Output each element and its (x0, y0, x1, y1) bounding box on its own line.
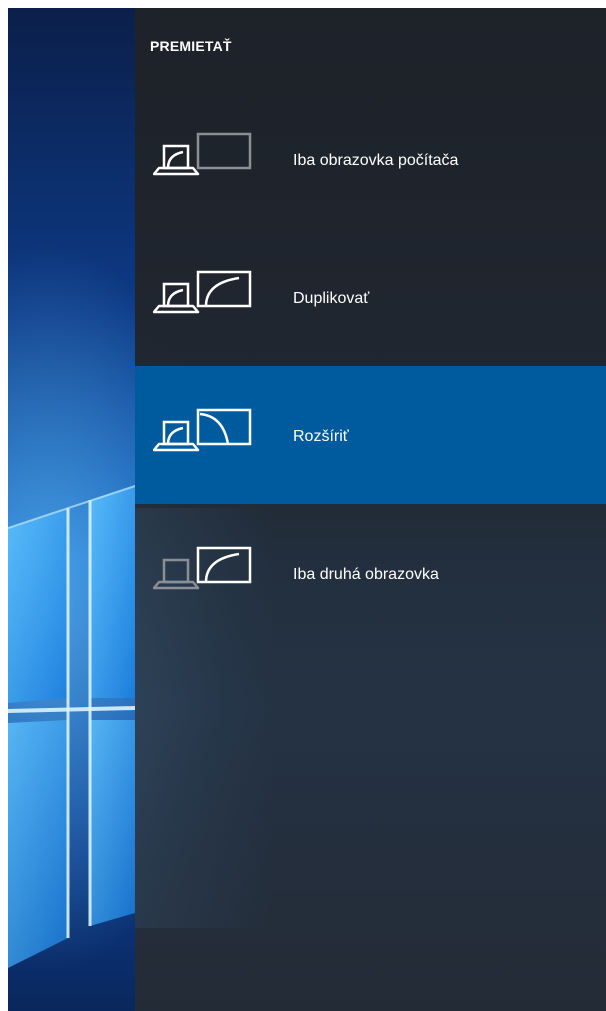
option-label: Rozšíriť (293, 428, 349, 445)
option-second-screen-only[interactable]: Iba druhá obrazovka (135, 504, 606, 642)
option-pc-screen-only[interactable]: Iba obrazovka počítača (135, 90, 606, 228)
project-panel: PREMIETAŤ Iba obrazovka počítača Dupliko… (135, 8, 606, 1011)
panel-title: PREMIETAŤ (150, 38, 232, 54)
extend-icon (153, 408, 252, 452)
duplicate-icon (153, 270, 252, 314)
pc-screen-only-icon (153, 132, 252, 176)
option-label: Iba obrazovka počítača (293, 152, 459, 169)
option-label: Iba druhá obrazovka (293, 566, 439, 583)
option-extend[interactable]: Rozšíriť (135, 366, 606, 504)
option-duplicate[interactable]: Duplikovať (135, 228, 606, 366)
second-screen-only-icon (153, 546, 252, 590)
option-label: Duplikovať (293, 290, 370, 307)
